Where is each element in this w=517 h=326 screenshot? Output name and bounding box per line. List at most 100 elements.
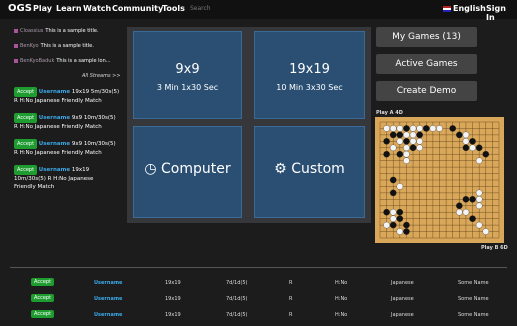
card-title: 9x9 [175,62,200,77]
white-stone [429,125,437,132]
black-stone [383,138,390,145]
white-stone [383,221,390,229]
nav-watch[interactable]: Watch [83,4,111,13]
stream-item[interactable]: Cloassius This is a sample title. [14,28,99,34]
row-size: 19x19 [165,296,181,302]
white-stone [475,157,483,164]
challenge-item: Accept Username 19x19 5m/30s(5) R H:No J… [14,87,124,105]
accept-button[interactable]: Accept [14,87,38,97]
top-nav-bar: OGS Play Learn Watch Community Tools Sea… [0,0,517,22]
black-stone [383,150,390,158]
challenge-username[interactable]: Username [39,115,70,121]
black-stone [462,144,470,152]
twitch-icon [14,58,18,63]
white-stone [409,125,417,132]
sign-in-link[interactable]: Sign In [486,4,517,22]
black-stone [456,131,463,139]
accept-button[interactable]: Accept [14,139,38,149]
active-games-button[interactable]: Active Games [376,54,477,74]
white-stone [416,125,423,132]
white-stone [475,202,483,210]
black-stone [423,125,430,132]
row-handicap: H:No [335,280,348,286]
challenge-details: R H:No Japanese Friendly Match [14,150,102,156]
white-stone [389,125,397,132]
challenge-details: R H:No Japanese Friendly Match [14,124,102,130]
white-stone [389,144,397,152]
white-stone [416,144,423,152]
accept-button[interactable]: Accept [14,165,38,175]
all-streams-link[interactable]: All Streams >> [82,73,121,79]
nav-tools[interactable]: Tools [162,4,185,13]
black-stone [389,176,397,184]
white-stone [396,125,404,132]
black-stone [456,202,463,210]
challenge-details: 9x9 10m/30s(5) [71,115,116,121]
card-title: Custom [291,161,345,177]
stream-item[interactable]: BenKyo This is a sample title. [14,43,94,49]
nav-community[interactable]: Community [112,4,163,13]
white-stone [396,138,404,145]
go-board-preview[interactable] [375,117,504,243]
row-username[interactable]: Username [94,312,122,318]
accept-button[interactable]: Accept [14,113,38,123]
white-stone [475,221,483,229]
card-title: Computer [161,161,231,177]
row-name: Some Name [458,312,489,318]
row-time: 7d/1d(5) [226,312,248,318]
black-stone [389,221,397,229]
challenge-details: 10m/30s(5) R H:No Japanese [14,176,94,182]
quick-match-9x9-card[interactable]: 9x9 3 Min 1x30 Sec [133,31,242,119]
challenge-username[interactable]: Username [39,167,70,173]
black-stone [469,138,476,145]
stream-name: Cloassius [20,28,44,34]
challenge-details: 19x19 5m/30s(5) [71,89,120,95]
create-demo-button[interactable]: Create Demo [376,81,477,101]
black-stone [403,221,410,229]
black-stone [396,150,404,158]
card-title: 19x19 [289,62,330,77]
black-stone [403,228,410,235]
table-row: Accept Username 19x19 7d/1d(5) R H:No Ja… [0,293,517,304]
black-stone [383,208,390,216]
white-stone [403,157,410,164]
challenge-details: R H:No Japanese Friendly Match [14,98,102,104]
row-ranked: R [289,280,293,286]
row-username[interactable]: Username [94,296,122,302]
nav-play[interactable]: Play [33,4,52,13]
white-stone [462,131,470,139]
stream-title: This is a sample title. [40,43,94,49]
card-subtitle: 3 Min 1x30 Sec [156,83,219,92]
language-label: English [453,4,486,13]
my-games-button[interactable]: My Games (13) [376,27,477,47]
flag-icon [443,5,451,12]
custom-game-card[interactable]: ⚙ Custom [254,126,365,218]
accept-button[interactable]: Accept [31,294,55,302]
black-stone [389,189,397,197]
challenge-username[interactable]: Username [39,89,70,95]
white-stone [403,150,410,158]
white-stone [389,208,397,216]
white-stone [456,208,463,216]
row-username[interactable]: Username [94,280,122,286]
accept-button[interactable]: Accept [31,310,55,318]
white-stone [383,125,390,132]
language-selector[interactable]: English [443,4,486,13]
black-stone [469,196,476,203]
table-row: Accept Username 19x19 7d/1d(5) R H:No Ja… [0,277,517,288]
quick-match-19x19-card[interactable]: 19x19 10 Min 3x30 Sec [254,31,365,119]
white-stone [389,215,397,222]
stream-item[interactable]: BenKyoBaduk This is a sample lon... [14,58,111,64]
twitch-icon [14,28,18,33]
nav-learn[interactable]: Learn [56,4,82,13]
search-input[interactable]: Search [190,5,211,12]
table-divider [10,267,507,268]
play-computer-card[interactable]: ◷ Computer [133,126,242,218]
white-stone [462,138,470,145]
challenge-username[interactable]: Username [39,141,70,147]
challenge-details: Friendly Match [14,184,55,190]
white-stone [469,144,476,152]
row-rules: Japanese [391,280,414,286]
ogs-logo[interactable]: OGS [8,3,32,14]
accept-button[interactable]: Accept [31,278,55,286]
